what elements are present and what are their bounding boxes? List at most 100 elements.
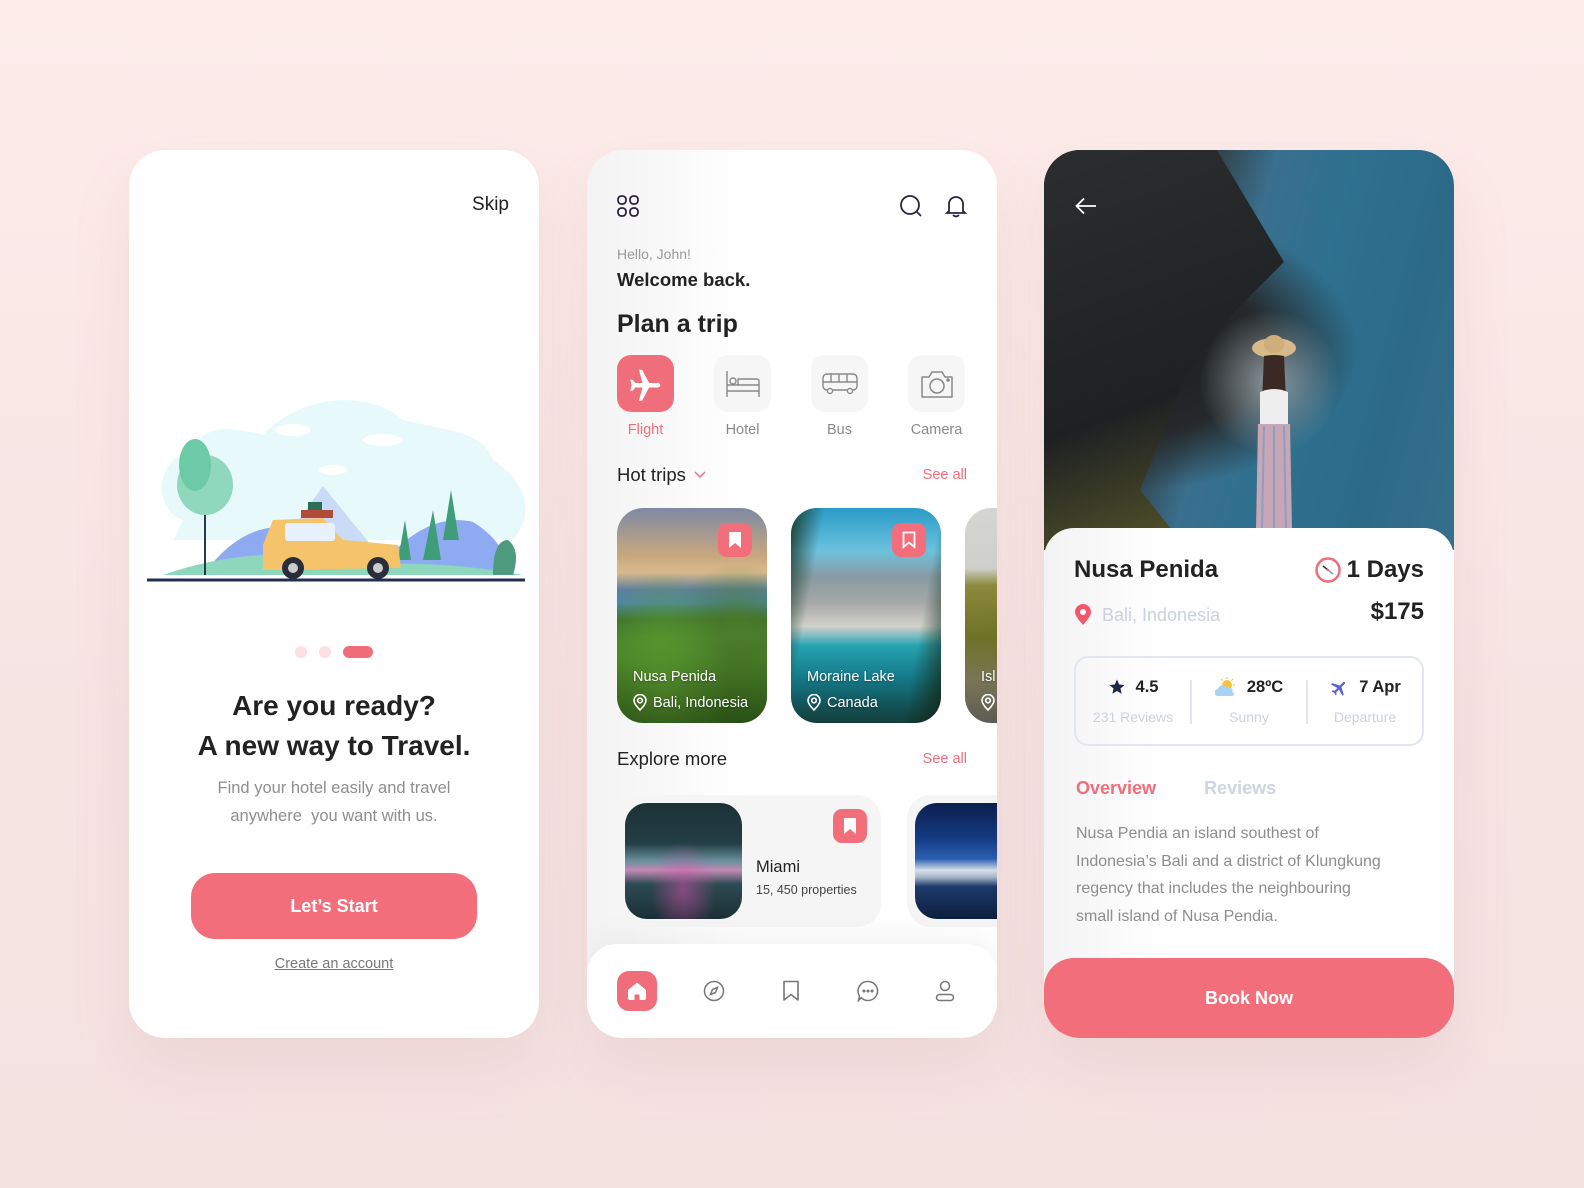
category-flight[interactable]: Flight — [617, 355, 674, 438]
nav-explore[interactable] — [694, 971, 734, 1011]
category-hotel[interactable]: Hotel — [714, 355, 771, 438]
bottom-navigation — [587, 944, 997, 1038]
stat-label: Sunny — [1229, 709, 1269, 725]
airplane-icon — [629, 369, 660, 401]
welcome-text: Welcome back. — [617, 269, 751, 290]
chevron-down-icon[interactable] — [694, 471, 706, 479]
nav-messages[interactable] — [848, 971, 888, 1011]
home-header — [617, 192, 967, 220]
bookmark-filled-icon[interactable] — [718, 523, 752, 557]
description-line: Indonesia’s Bali and a district of Klung… — [1076, 852, 1381, 870]
detail-tabs: Overview Reviews — [1076, 778, 1276, 799]
home-icon — [628, 982, 646, 1000]
trip-name: Isl — [981, 669, 996, 685]
onboarding-title: Are you ready? A new way to Travel. — [129, 686, 539, 766]
title-line: A new way to Travel. — [197, 730, 471, 761]
back-arrow-icon[interactable] — [1072, 192, 1100, 220]
description-line: regency that includes the neighbouring — [1076, 880, 1351, 897]
bell-icon[interactable] — [945, 194, 967, 218]
explore-more-title: Explore more — [617, 748, 728, 769]
grid-menu-icon[interactable] — [617, 195, 639, 217]
partly-sunny-icon — [1214, 677, 1235, 697]
destination-title: Nusa Penida — [1074, 556, 1219, 583]
nav-home[interactable] — [617, 971, 657, 1011]
woman-figure — [1252, 335, 1296, 530]
category-bus[interactable]: Bus — [811, 355, 868, 438]
category-label: Camera — [910, 422, 963, 438]
bookmark-filled-icon[interactable] — [833, 809, 867, 843]
category-label: Bus — [827, 422, 852, 438]
trip-location: Canada — [807, 694, 878, 711]
skip-button[interactable]: Skip — [472, 194, 509, 216]
subtitle-line: anywhere you want with us. — [230, 807, 438, 825]
explore-see-all-link[interactable]: See all — [923, 751, 967, 767]
nav-saved[interactable] — [771, 971, 811, 1011]
bed-icon — [725, 370, 760, 397]
page-dot[interactable] — [295, 646, 307, 658]
explore-list: Miami 15, 450 properties — [617, 795, 997, 927]
bus-icon — [821, 372, 858, 394]
onboarding-subtitle: Find your hotel easily and travel anywhe… — [179, 774, 489, 830]
explore-card[interactable] — [907, 795, 997, 927]
location-pin-icon — [807, 694, 821, 711]
create-account-link[interactable]: Create an account — [129, 956, 539, 972]
explore-properties-count: 15, 450 properties — [756, 883, 857, 897]
stat-value: 4.5 — [1135, 677, 1159, 696]
plan-trip-title: Plan a trip — [617, 310, 738, 338]
bookmark-outline-icon[interactable] — [892, 523, 926, 557]
destination-detail-screen: Nusa Penida 1 Days Bali, Indonesia $175 … — [1044, 150, 1454, 1038]
search-icon[interactable] — [899, 194, 923, 218]
onboarding-screen: Skip Are you ready? A new way to Travel. — [129, 150, 539, 1038]
category-label: Flight — [627, 422, 664, 438]
trip-name: Nusa Penida — [633, 669, 717, 685]
lets-start-button[interactable]: Let’s Start — [191, 873, 477, 939]
greeting-text: Hello, John! — [617, 246, 691, 262]
star-icon — [1109, 679, 1125, 694]
explore-card[interactable]: Miami 15, 450 properties — [617, 795, 881, 927]
road-trip-illustration — [147, 400, 526, 582]
location-text: Canada — [827, 694, 878, 711]
tab-overview[interactable]: Overview — [1076, 778, 1156, 799]
duration-text: 1 Days — [1346, 556, 1424, 583]
stat-value: 7 Apr — [1359, 677, 1401, 696]
stat-value: 28ºC — [1246, 677, 1284, 696]
explore-city-name: Miami — [756, 858, 800, 876]
location-text: Bali, Indonesia — [1102, 604, 1221, 625]
stat-label: Departure — [1333, 709, 1397, 725]
airplane-icon — [1331, 681, 1346, 696]
trip-name: Moraine Lake — [807, 669, 895, 685]
page-dot-active[interactable] — [343, 646, 373, 658]
location-pin-icon — [633, 694, 647, 711]
chat-icon — [857, 980, 879, 1002]
hot-trips-list: Nusa Penida Bali, Indonesia Moraine Lake… — [617, 508, 997, 723]
stat-label[interactable]: 231 Reviews — [1093, 709, 1173, 725]
hot-trips-see-all-link[interactable]: See all — [923, 467, 967, 483]
city-photo — [915, 803, 997, 919]
category-camera[interactable]: Camera — [908, 355, 965, 438]
hot-trip-card[interactable]: Nusa Penida Bali, Indonesia — [617, 508, 767, 723]
trip-location: Bali, Indonesia — [633, 694, 748, 711]
hot-trips-title[interactable]: Hot trips — [617, 464, 706, 486]
subtitle-line: Find your hotel easily and travel — [217, 779, 451, 797]
hot-trip-card[interactable]: Moraine Lake Canada — [791, 508, 941, 723]
hot-trip-card[interactable]: Isl — [965, 508, 997, 723]
page-dot[interactable] — [319, 646, 331, 658]
location-pin-icon — [1075, 604, 1091, 625]
destination-description: Nusa Pendia an island southest of Indone… — [1076, 820, 1424, 930]
stat-rating: 4.5 231 Reviews — [1076, 658, 1190, 744]
explore-more-header: Explore more See all — [617, 748, 967, 770]
location-pin-icon — [981, 694, 995, 711]
nav-profile[interactable] — [925, 971, 965, 1011]
trip-duration: 1 Days — [1314, 556, 1424, 584]
book-now-button[interactable]: Book Now — [1044, 958, 1454, 1038]
destination-location: Bali, Indonesia — [1074, 604, 1220, 626]
description-line: small island of Nusa Pendia. — [1076, 907, 1278, 925]
stat-departure: 7 Apr Departure — [1308, 658, 1422, 744]
bookmark-icon — [783, 980, 799, 1001]
section-title: Hot trips — [617, 464, 686, 485]
page-indicator — [129, 646, 539, 658]
clock-icon — [1314, 557, 1341, 583]
tab-reviews[interactable]: Reviews — [1204, 778, 1276, 799]
trip-stats-panel: 4.5 231 Reviews 28ºC Sunny 7 Apr Departu… — [1074, 656, 1424, 746]
hot-trips-header: Hot trips See all — [617, 464, 967, 486]
